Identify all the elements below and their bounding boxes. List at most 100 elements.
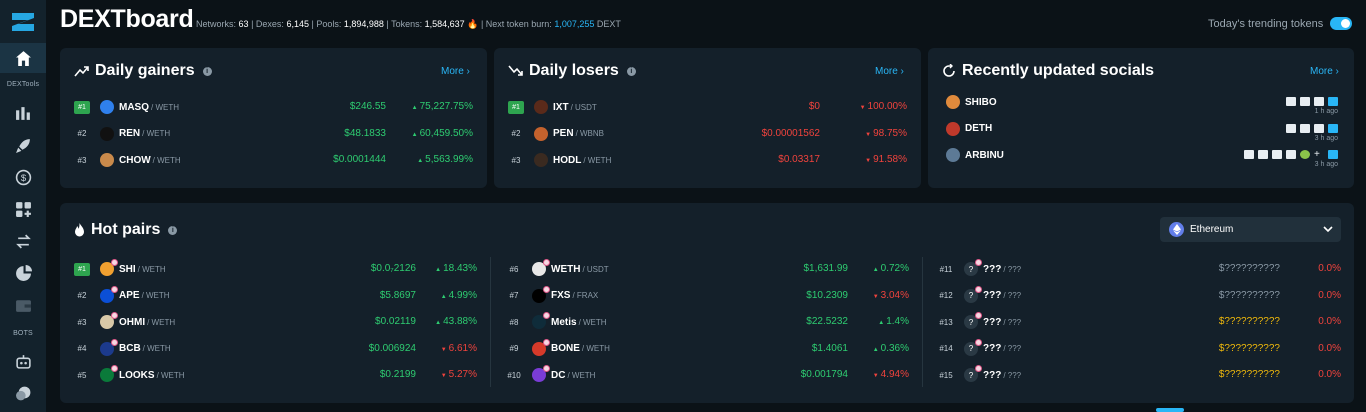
chat-icon[interactable] xyxy=(0,378,46,408)
website-icon[interactable] xyxy=(1286,123,1296,133)
token-symbol[interactable]: ??? xyxy=(983,290,1001,301)
social-list-item[interactable]: DETH xyxy=(942,121,992,137)
trending-toggle[interactable] xyxy=(1330,17,1352,30)
token-symbol[interactable]: DC xyxy=(551,370,565,381)
table-row[interactable]: #15???? / ??? xyxy=(938,365,1021,385)
token-symbol[interactable]: ??? xyxy=(983,264,1001,275)
table-row[interactable]: #13???? / ??? xyxy=(938,312,1021,332)
table-row[interactable]: #14???? / ??? xyxy=(938,338,1021,359)
info-icon[interactable]: i xyxy=(626,66,636,76)
pair-quote: / WETH xyxy=(141,291,170,300)
token-symbol[interactable]: LOOKS xyxy=(119,370,155,381)
dollar-icon[interactable]: $ xyxy=(0,162,46,192)
table-row[interactable]: #8 Metis / WETH xyxy=(506,312,607,332)
rank-label: #12 xyxy=(939,291,953,300)
table-row[interactable]: #1 SHI / WETH xyxy=(74,259,166,279)
info-icon[interactable]: i xyxy=(168,225,178,235)
token-symbol[interactable]: APE xyxy=(119,290,140,301)
token-symbol[interactable]: BCB xyxy=(119,343,141,354)
scroll-indicator[interactable] xyxy=(1156,408,1184,412)
pie-chart-icon[interactable] xyxy=(0,258,46,288)
table-row[interactable]: #12???? / ??? xyxy=(938,285,1021,306)
twitter-icon[interactable] xyxy=(1314,97,1324,106)
losers-more-link[interactable]: More › xyxy=(875,66,904,77)
apps-grid-icon[interactable] xyxy=(0,194,46,224)
table-row[interactable]: #1 MASQ / WETH xyxy=(74,97,179,117)
token-symbol[interactable]: Metis xyxy=(551,317,577,328)
token-symbol[interactable]: ??? xyxy=(983,317,1001,328)
token-symbol[interactable]: ??? xyxy=(983,343,1001,354)
email-icon[interactable] xyxy=(1258,150,1268,159)
burn-value[interactable]: 1,007,255 xyxy=(554,19,594,29)
table-row[interactable]: #9 BONE / WETH xyxy=(506,338,610,359)
token-symbol[interactable]: SHI xyxy=(119,264,136,275)
token-symbol[interactable]: REN xyxy=(119,128,140,139)
plus-icon[interactable]: + xyxy=(1314,150,1324,160)
token-symbol[interactable]: WETH xyxy=(551,264,580,275)
website-icon[interactable] xyxy=(1244,150,1254,159)
table-row[interactable]: #4 BCB / WETH xyxy=(74,338,171,359)
twitter-icon[interactable] xyxy=(1314,123,1324,133)
token-logo-icon xyxy=(532,259,550,276)
pair-explorer-icon[interactable] xyxy=(0,98,46,128)
table-row[interactable]: #11???? / ??? xyxy=(938,259,1021,279)
dextools-icon[interactable] xyxy=(1328,123,1338,133)
table-row[interactable]: #3 HODL / WETH xyxy=(508,150,611,170)
twitter-icon[interactable] xyxy=(1286,150,1296,159)
token-symbol[interactable]: PEN xyxy=(553,128,574,139)
token-price: $?????????? xyxy=(1218,289,1280,301)
telegram-icon[interactable] xyxy=(1300,97,1310,106)
table-row[interactable]: #7 FXS / FRAX xyxy=(506,285,598,306)
price-change: ▼ 98.75% xyxy=(865,128,907,139)
token-symbol[interactable]: MASQ xyxy=(119,102,149,113)
socials-more-link[interactable]: More › xyxy=(1310,66,1339,77)
table-row[interactable]: #2 PEN / WBNB xyxy=(508,124,604,144)
wallet-icon[interactable] xyxy=(0,290,46,320)
token-symbol[interactable]: ??? xyxy=(983,370,1001,381)
rank-label: #3 xyxy=(77,155,87,165)
token-symbol[interactable]: DETH xyxy=(965,123,992,134)
token-symbol[interactable]: OHMI xyxy=(119,317,145,328)
table-row[interactable]: #3 CHOW / WETH xyxy=(74,150,181,170)
token-symbol[interactable]: IXT xyxy=(553,102,569,113)
token-symbol[interactable]: BONE xyxy=(551,343,580,354)
table-row[interactable]: #6 WETH / USDT xyxy=(506,259,609,279)
rocket-icon[interactable] xyxy=(0,130,46,160)
table-row[interactable]: #5 LOOKS / WETH xyxy=(74,365,185,385)
info-icon[interactable]: i xyxy=(202,66,212,76)
token-symbol[interactable]: CHOW xyxy=(119,155,151,166)
daily-gainers-header: Daily gainers i xyxy=(74,62,212,80)
table-row[interactable]: #2 APE / WETH xyxy=(74,285,170,306)
token-symbol[interactable]: SHIBO xyxy=(965,97,997,108)
unknown-token-icon: ? xyxy=(964,312,982,329)
social-list-item[interactable]: ARBINU xyxy=(942,147,1004,163)
table-row[interactable]: #2 REN / WETH xyxy=(74,124,170,144)
token-symbol[interactable]: ARBINU xyxy=(965,150,1004,161)
table-row[interactable]: #10 DC / WETH xyxy=(506,365,595,385)
network-select[interactable]: Ethereum xyxy=(1160,217,1341,242)
dextools-icon[interactable] xyxy=(1328,150,1338,159)
daily-losers-title: Daily losers xyxy=(529,62,619,79)
dextools-logo-icon[interactable] xyxy=(9,10,37,34)
token-symbol[interactable]: FXS xyxy=(551,290,570,301)
table-row[interactable]: #1 IXT / USDT xyxy=(508,97,597,117)
gainers-more-link[interactable]: More › xyxy=(441,66,470,77)
dextools-icon[interactable] xyxy=(1328,97,1338,106)
home-icon[interactable] xyxy=(0,43,46,73)
social-links: + xyxy=(1244,150,1338,160)
token-symbol[interactable]: HODL xyxy=(553,155,581,166)
price-change-value: 0.36% xyxy=(880,342,909,354)
social-list-item[interactable]: SHIBO xyxy=(942,94,997,110)
audit-badge-icon xyxy=(975,285,982,293)
telegram-icon[interactable] xyxy=(1272,150,1282,159)
token-logo-icon xyxy=(946,121,960,136)
arrow-up-icon: ▲ xyxy=(435,267,442,273)
telegram-icon[interactable] xyxy=(1300,123,1310,133)
bot-icon[interactable] xyxy=(0,346,46,376)
table-row[interactable]: #3 OHMI / WETH xyxy=(74,312,175,332)
website-icon[interactable] xyxy=(1286,97,1296,106)
coingecko-icon[interactable] xyxy=(1300,150,1310,159)
pair-quote: / WETH xyxy=(156,370,185,380)
token-price: $?????????? xyxy=(1218,342,1280,354)
swap-icon[interactable] xyxy=(0,226,46,256)
